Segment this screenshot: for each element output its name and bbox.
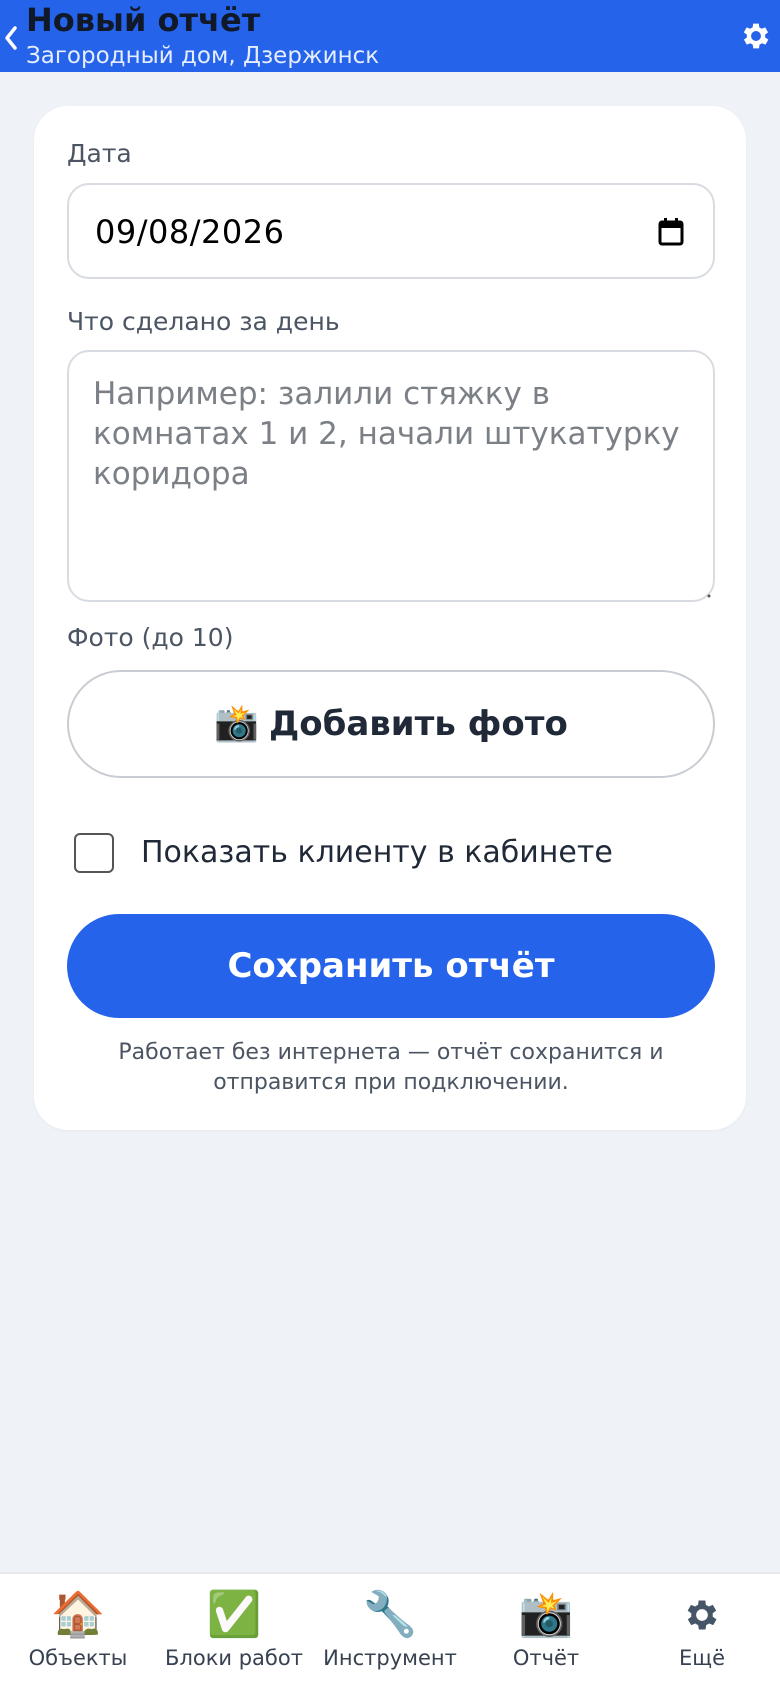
camera-icon: 📸: [518, 1589, 574, 1640]
chevron-left-icon: [5, 26, 17, 50]
date-label: Дата: [67, 139, 132, 168]
save-report-button[interactable]: Сохранить отчёт: [67, 914, 715, 1018]
show-client-label[interactable]: Показать клиенту в кабинете: [141, 833, 613, 873]
page-title: Новый отчёт: [26, 1, 261, 39]
tab-work-blocks[interactable]: ✅ Блоки работ: [156, 1574, 312, 1688]
tab-label: Отчёт: [512, 1646, 580, 1670]
done-textarea[interactable]: Например: залили стяжку в комнатах 1 и 2…: [67, 350, 715, 602]
tab-label: Объекты: [28, 1646, 128, 1670]
gear-icon: [682, 1590, 722, 1640]
done-placeholder: Например: залили стяжку в комнатах 1 и 2…: [93, 376, 680, 492]
back-button[interactable]: [0, 20, 22, 56]
date-input[interactable]: 09/08/2026: [67, 183, 715, 279]
tab-more[interactable]: Ещё: [624, 1574, 780, 1688]
tab-report[interactable]: 📸 Отчёт: [468, 1574, 624, 1688]
tab-objects[interactable]: 🏠 Объекты: [0, 1574, 156, 1688]
done-label: Что сделано за день: [67, 307, 340, 336]
add-photo-button[interactable]: 📸 Добавить фото: [67, 670, 715, 778]
report-form-card: Дата 09/08/2026 Что сделано за день Напр…: [34, 106, 746, 1130]
camera-flash-icon: 📸: [214, 703, 259, 744]
resize-handle-icon[interactable]: [705, 592, 711, 598]
app-header: Новый отчёт Загородный дом, Дзержинск: [0, 0, 780, 72]
settings-button[interactable]: [736, 16, 776, 56]
wrench-icon: 🔧: [362, 1589, 418, 1640]
show-client-checkbox[interactable]: [74, 833, 114, 873]
house-icon: 🏠: [50, 1589, 106, 1640]
save-report-label: Сохранить отчёт: [227, 946, 555, 986]
tab-tools[interactable]: 🔧 Инструмент: [312, 1574, 468, 1688]
date-value: 09/08/2026: [95, 213, 285, 251]
tab-label: Ещё: [679, 1646, 725, 1670]
page-subtitle: Загородный дом, Дзержинск: [26, 43, 380, 69]
offline-note: Работает без интернета — отчёт сохранитс…: [118, 1040, 664, 1095]
photo-label: Фото (до 10): [67, 623, 234, 652]
tab-label: Инструмент: [323, 1646, 457, 1670]
bottom-tab-bar: 🏠 Объекты ✅ Блоки работ 🔧 Инструмент 📸 О…: [0, 1572, 780, 1688]
gear-icon: [743, 23, 769, 49]
check-icon: ✅: [206, 1589, 262, 1640]
tab-label: Блоки работ: [165, 1646, 303, 1670]
add-photo-label: Добавить фото: [268, 704, 568, 744]
calendar-icon[interactable]: [657, 217, 685, 247]
